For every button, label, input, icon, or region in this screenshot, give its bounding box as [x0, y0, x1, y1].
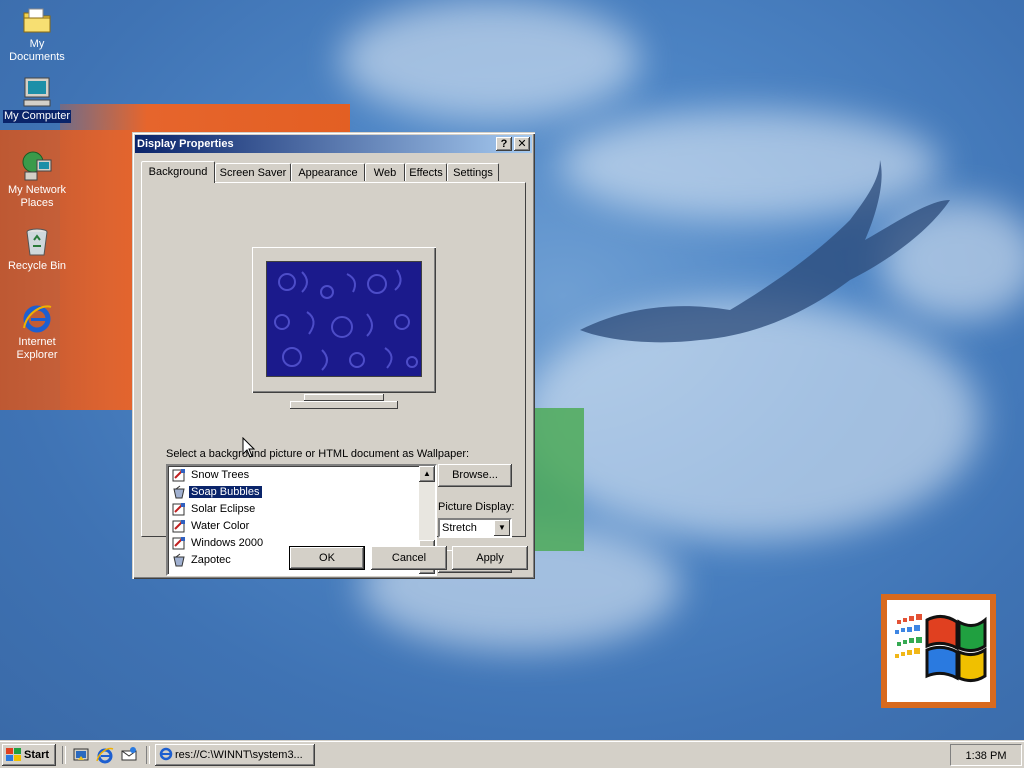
dialog-title: Display Properties [137, 138, 234, 150]
desktop-icon-label: Internet Explorer [16, 336, 58, 361]
internet-explorer-icon [159, 747, 173, 761]
wallpaper-file-icon [172, 536, 186, 550]
taskbar-separator [146, 746, 150, 764]
monitor-base [290, 401, 398, 409]
cancel-button[interactable]: Cancel [371, 546, 447, 570]
internet-explorer-quicklaunch-icon[interactable] [96, 746, 114, 764]
desktop-icon-my-computer[interactable]: My Computer [0, 76, 74, 123]
wallpaper-swimmer-silhouette [580, 160, 950, 343]
recycle-bin-icon [21, 226, 53, 258]
computer-icon [21, 76, 53, 108]
picture-display-select[interactable]: Stretch ▼ [438, 518, 512, 538]
dialog-titlebar[interactable]: Display Properties ? ✕ [135, 135, 532, 153]
list-item[interactable]: Water Color [172, 518, 251, 534]
windows-logo [881, 594, 996, 708]
wallpaper-file-icon [172, 502, 186, 516]
help-button[interactable]: ? [496, 137, 512, 151]
desktop-icon-internet-explorer[interactable]: Internet Explorer [0, 302, 74, 362]
windows-flag-icon [6, 748, 21, 761]
tab-effects[interactable]: Effects [405, 163, 447, 181]
list-item[interactable]: Snow Trees [172, 467, 251, 483]
display-properties-dialog: Display Properties ? ✕ Background Screen… [132, 132, 535, 579]
background-tab-panel: Select a background picture or HTML docu… [141, 182, 526, 576]
network-places-icon [21, 150, 53, 182]
ok-button[interactable]: OK [289, 546, 365, 570]
start-label: Start [24, 749, 50, 761]
scroll-up-button[interactable]: ▲ [419, 466, 435, 482]
taskbar: Start res://C:\WINNT\system3... 1:38 PM [0, 740, 1024, 768]
monitor-neck [304, 394, 384, 401]
wallpaper-file-icon [172, 468, 186, 482]
apply-button[interactable]: Apply [452, 546, 528, 570]
tab-appearance[interactable]: Appearance [291, 163, 365, 181]
desktop: My Documents My Computer My Network Plac… [0, 0, 1024, 740]
browse-button[interactable]: Browse... [438, 464, 512, 487]
wallpaper-file-icon [172, 553, 186, 567]
list-item[interactable]: Solar Eclipse [172, 501, 257, 517]
taskbar-separator [62, 746, 66, 764]
taskbar-window-button[interactable]: res://C:\WINNT\system3... [155, 744, 315, 766]
clock-text: 1:38 PM [965, 750, 1007, 762]
desktop-icon-recycle-bin[interactable]: Recycle Bin [0, 226, 74, 273]
list-item[interactable]: Soap Bubbles [172, 484, 262, 500]
desktop-icon-label: My Documents [9, 38, 65, 63]
list-item[interactable]: Zapotec [172, 552, 233, 568]
desktop-icon-my-network-places[interactable]: My Network Places [0, 150, 74, 210]
chevron-down-icon[interactable]: ▼ [494, 520, 510, 536]
wallpaper-file-icon [172, 485, 186, 499]
wallpaper-green-block [534, 408, 584, 551]
tab-screen-saver[interactable]: Screen Saver [215, 163, 291, 181]
wallpaper-file-icon [172, 519, 186, 533]
desktop-icon-my-documents[interactable]: My Documents [0, 4, 74, 64]
wallpaper-prompt: Select a background picture or HTML docu… [166, 448, 470, 460]
taskbar-window-title: res://C:\WINNT\system3... [175, 749, 303, 761]
monitor-preview [252, 247, 436, 393]
system-tray-clock[interactable]: 1:38 PM [950, 744, 1022, 766]
picture-display-label: Picture Display: [438, 501, 515, 513]
start-button[interactable]: Start [2, 744, 56, 766]
tab-background[interactable]: Background [141, 161, 215, 183]
folder-documents-icon [21, 4, 53, 36]
tab-web[interactable]: Web [365, 163, 405, 181]
desktop-icon-label: Recycle Bin [7, 260, 67, 272]
outlook-express-icon[interactable] [120, 746, 138, 764]
close-button[interactable]: ✕ [514, 137, 530, 151]
internet-explorer-icon [21, 302, 53, 334]
desktop-icon-label: My Computer [2, 110, 72, 123]
wallpaper-preview [266, 261, 422, 377]
picture-display-value: Stretch [442, 522, 477, 534]
tab-settings[interactable]: Settings [447, 163, 499, 181]
show-desktop-icon[interactable] [72, 746, 90, 764]
list-item[interactable]: Windows 2000 [172, 535, 265, 551]
mouse-pointer-icon [242, 437, 256, 458]
desktop-icon-label: My Network Places [7, 184, 67, 209]
